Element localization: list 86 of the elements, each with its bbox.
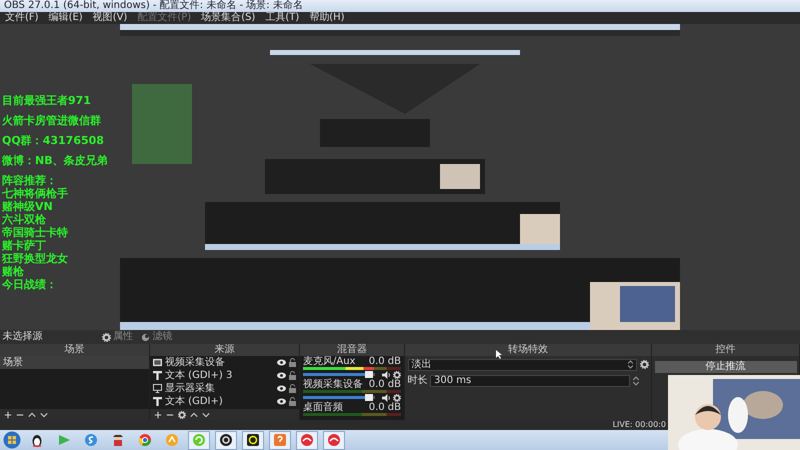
volume-reading: 0.0 dB bbox=[368, 379, 401, 390]
eye-icon[interactable] bbox=[277, 385, 286, 392]
gear-icon[interactable] bbox=[393, 394, 401, 402]
overlay-text: 微博：NB、条皮兄弟 bbox=[2, 154, 109, 167]
dock-title: 转场特效 bbox=[405, 344, 651, 356]
menu-item[interactable]: 文件(F) bbox=[0, 12, 44, 24]
channel-name: 麦克风/Aux bbox=[303, 356, 356, 367]
unlock-icon[interactable] bbox=[289, 397, 296, 406]
source-item[interactable]: 文本 (GDI+) bbox=[150, 395, 299, 408]
dock-title: 来源 bbox=[150, 344, 299, 356]
text-icon bbox=[153, 371, 162, 380]
up-icon[interactable] bbox=[190, 410, 198, 418]
gear-icon[interactable] bbox=[640, 360, 648, 369]
taskbar-button[interactable] bbox=[215, 430, 237, 450]
menu-item[interactable]: 编辑(E) bbox=[44, 12, 88, 24]
selection-label: 未选择源 bbox=[2, 330, 42, 344]
gear-icon[interactable] bbox=[178, 410, 186, 418]
menu-item[interactable]: 视图(V) bbox=[88, 12, 132, 24]
filter-icon bbox=[141, 332, 150, 342]
overlay-text: 阵容推荐： bbox=[2, 174, 58, 187]
volume-reading: 0.0 dB bbox=[368, 356, 401, 367]
eye-icon[interactable] bbox=[277, 398, 286, 405]
plus-icon[interactable] bbox=[154, 410, 162, 418]
source-label: 文本 (GDI+) 3 bbox=[165, 369, 234, 382]
gear-icon[interactable] bbox=[393, 370, 401, 378]
channel-name: 桌面音频 bbox=[303, 402, 343, 413]
dock-title: 场景 bbox=[0, 344, 149, 356]
channel-name: 视频采集设备 bbox=[303, 379, 363, 390]
spinner-icon bbox=[628, 360, 633, 368]
overlay-text: 帝国骑士卡特 bbox=[2, 226, 69, 239]
browser-icon bbox=[138, 433, 152, 447]
pointer-icon bbox=[496, 350, 502, 359]
gear-icon bbox=[102, 332, 110, 342]
source-item[interactable]: 视频采集设备 bbox=[150, 356, 299, 369]
volume-reading: 0.0 dB bbox=[368, 402, 401, 413]
speaker-icon[interactable] bbox=[382, 370, 391, 378]
duration-label: 时长 bbox=[408, 374, 428, 388]
source-label: 视频采集设备 bbox=[165, 356, 226, 369]
source-label: 显示器采集 bbox=[165, 382, 216, 395]
slider-thumb[interactable] bbox=[364, 371, 373, 378]
ring-icon bbox=[246, 433, 260, 447]
eye-icon[interactable] bbox=[277, 359, 286, 366]
spinner-icon[interactable] bbox=[632, 376, 638, 386]
play-icon bbox=[57, 433, 71, 447]
unlock-icon[interactable] bbox=[289, 358, 296, 367]
overlay-text: 狂野换型龙女 bbox=[2, 252, 69, 265]
overlay-text: 目前最强王者971 bbox=[2, 94, 92, 107]
live-status: LIVE: 00:00:0 bbox=[612, 420, 666, 430]
menu-item[interactable]: 工具(T) bbox=[260, 12, 304, 24]
speaker-icon[interactable] bbox=[382, 394, 391, 402]
text-icon bbox=[153, 397, 162, 406]
source-label: 文本 (GDI+) bbox=[165, 395, 224, 408]
unlock-icon[interactable] bbox=[289, 384, 296, 393]
start-button[interactable] bbox=[3, 431, 21, 449]
unlock-icon[interactable] bbox=[289, 371, 296, 380]
scene-item[interactable]: 场景 bbox=[0, 356, 149, 369]
stream-button[interactable]: 停止推流 bbox=[654, 360, 796, 372]
penguin-icon bbox=[30, 433, 44, 447]
up-icon[interactable] bbox=[28, 410, 36, 418]
figure-icon bbox=[111, 433, 125, 447]
camera-lens-icon bbox=[219, 433, 233, 447]
dock-title: 控件 bbox=[652, 344, 799, 356]
source-item[interactable]: 显示器采集 bbox=[150, 382, 299, 395]
monitor-icon bbox=[153, 384, 162, 393]
eye-icon[interactable] bbox=[277, 372, 286, 379]
down-icon[interactable] bbox=[202, 410, 210, 418]
plus-icon[interactable] bbox=[4, 410, 12, 418]
duration-field[interactable]: 300 ms bbox=[430, 374, 630, 386]
menu-item[interactable]: 场景集合(S) bbox=[196, 12, 260, 24]
refresh-icon bbox=[192, 433, 206, 447]
overlay-text: 今日战绩： bbox=[2, 278, 58, 291]
overlay-text: QQ群：43176508 bbox=[2, 134, 105, 147]
taskbar-button[interactable] bbox=[242, 430, 264, 450]
overlay-text: 赌神级VN bbox=[2, 200, 54, 213]
help-icon bbox=[273, 433, 287, 447]
source-item[interactable]: 文本 (GDI+) 3 bbox=[150, 369, 299, 382]
overlay-text: 六斗双枪 bbox=[2, 213, 47, 226]
slider-thumb[interactable] bbox=[364, 394, 373, 401]
overlay-text: 七神将俩枪手 bbox=[2, 187, 69, 200]
overlay-text: 赌卡萨丁 bbox=[2, 239, 47, 252]
overlay-text: 火箭卡房管进微信群 bbox=[2, 114, 102, 127]
transition-dropdown[interactable]: 淡出 bbox=[408, 358, 637, 370]
overlay-text: 赌枪 bbox=[2, 265, 24, 278]
camera-icon bbox=[153, 358, 162, 367]
menu-item[interactable]: 帮助(H) bbox=[304, 12, 350, 24]
down-icon[interactable] bbox=[40, 410, 48, 418]
